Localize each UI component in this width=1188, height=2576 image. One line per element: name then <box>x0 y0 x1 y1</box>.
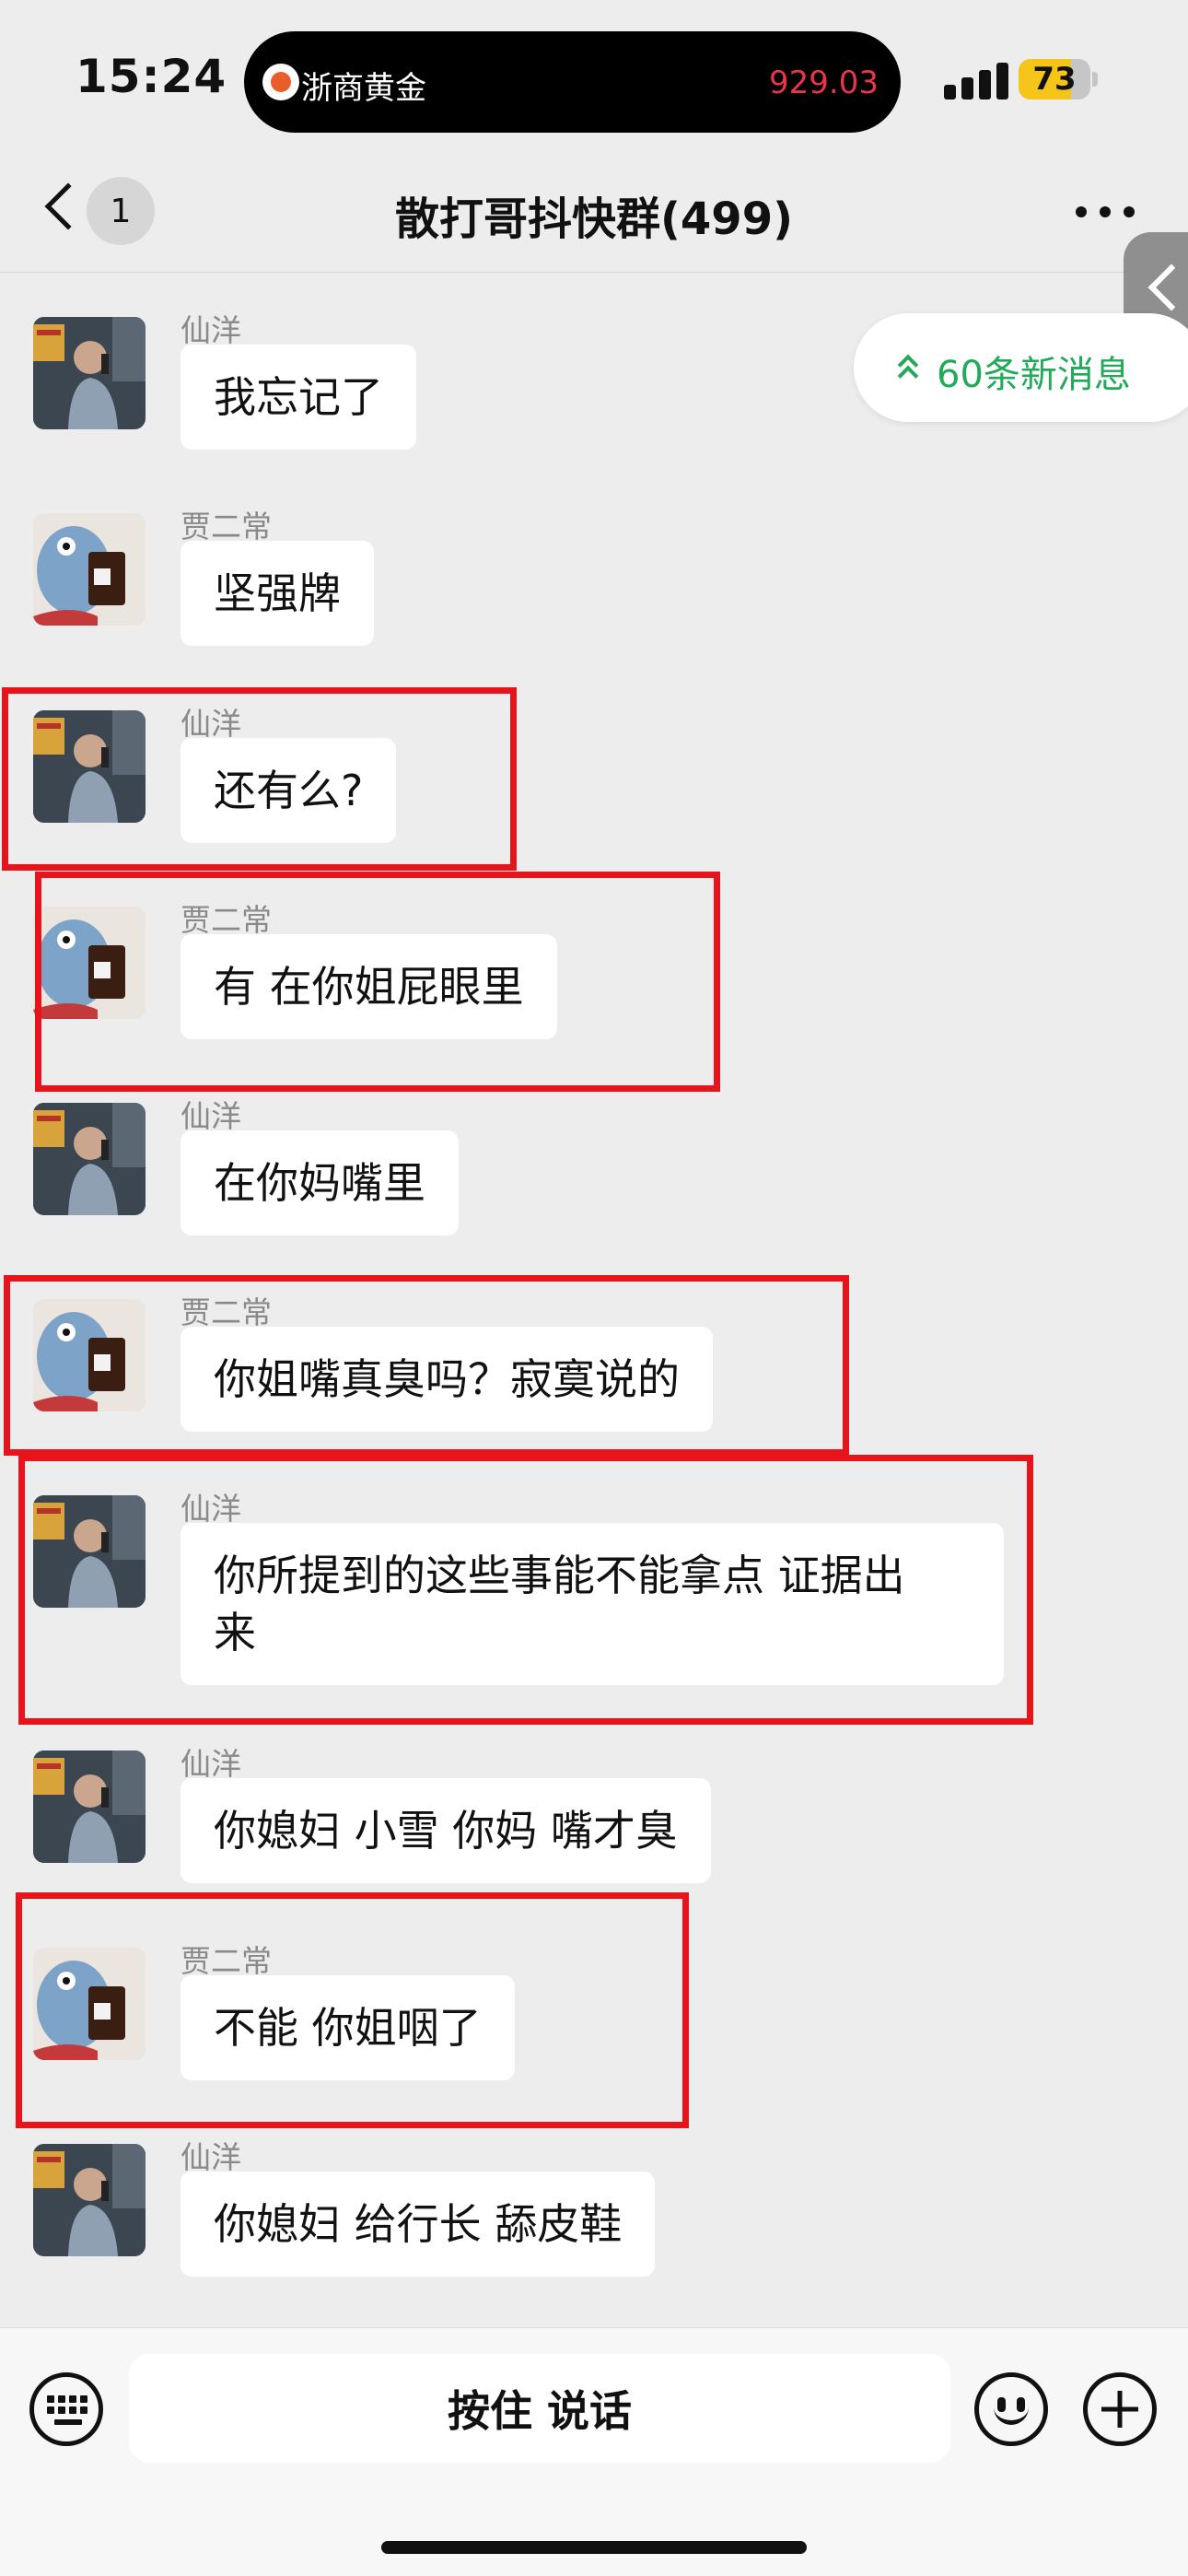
keyboard-icon[interactable] <box>29 2372 103 2446</box>
avatar[interactable] <box>33 317 146 429</box>
gold-app-logo-icon <box>262 64 299 100</box>
signal-strength-icon <box>944 63 1010 100</box>
sender-name: 仙洋 <box>181 1746 241 1782</box>
hold-to-talk-button[interactable]: 按住 说话 <box>129 2354 950 2463</box>
street-photo-avatar-icon <box>33 317 146 429</box>
street-photo-avatar-icon <box>33 1751 146 1863</box>
coffee-plush-avatar-icon <box>33 513 146 626</box>
message-bubble[interactable]: 你媳妇 给行长 舔皮鞋 <box>181 2172 656 2277</box>
message-bubble[interactable]: 在你妈嘴里 <box>181 1130 459 1235</box>
message-bubble[interactable]: 坚强牌 <box>181 541 374 646</box>
sender-name: 仙洋 <box>181 2139 241 2175</box>
dynamic-island-live-activity[interactable]: 浙商黄金 929.03 <box>244 31 901 133</box>
message-bubble[interactable]: 我忘记了 <box>181 345 416 450</box>
status-bar: 15:24 浙商黄金 929.03 73 <box>0 0 1188 157</box>
status-time: 15:24 <box>76 50 227 103</box>
avatar[interactable] <box>33 1103 146 1215</box>
input-bar: 按住 说话 <box>0 2327 1188 2576</box>
battery-level: 73 <box>1032 61 1077 98</box>
battery-cap <box>1092 72 1098 87</box>
street-photo-avatar-icon <box>33 2144 146 2256</box>
page-title: 散打哥抖快群(499) <box>394 193 794 245</box>
sender-name: 仙洋 <box>181 312 241 348</box>
more-dots-icon[interactable] <box>1076 205 1140 223</box>
highlight-box <box>2 687 517 871</box>
avatar[interactable] <box>33 1751 146 1863</box>
highlight-box <box>4 1275 849 1456</box>
double-chevron-up-icon <box>894 354 922 387</box>
new-messages-label: 60条新消息 <box>937 354 1131 396</box>
avatar[interactable] <box>33 2144 146 2256</box>
message-bubble[interactable]: 你媳妇 小雪 你妈 嘴才臭 <box>181 1778 711 1883</box>
sender-name: 贾二常 <box>181 509 272 544</box>
highlight-box <box>16 1892 689 2128</box>
live-activity-value: 929.03 <box>769 64 879 101</box>
chat-header: 1 散打哥抖快群(499) <box>0 157 1188 273</box>
battery-icon: 73 <box>1019 59 1090 100</box>
home-indicator[interactable] <box>381 2541 807 2554</box>
highlight-box <box>18 1455 1033 1725</box>
new-messages-button[interactable]: 60条新消息 <box>854 313 1188 422</box>
sender-name: 仙洋 <box>181 1098 241 1134</box>
plus-icon[interactable] <box>1083 2372 1157 2446</box>
avatar[interactable] <box>33 513 146 626</box>
emoji-icon[interactable] <box>974 2372 1048 2446</box>
highlight-box <box>35 872 720 1092</box>
live-activity-name: 浙商黄金 <box>301 70 426 107</box>
street-photo-avatar-icon <box>33 1103 146 1215</box>
